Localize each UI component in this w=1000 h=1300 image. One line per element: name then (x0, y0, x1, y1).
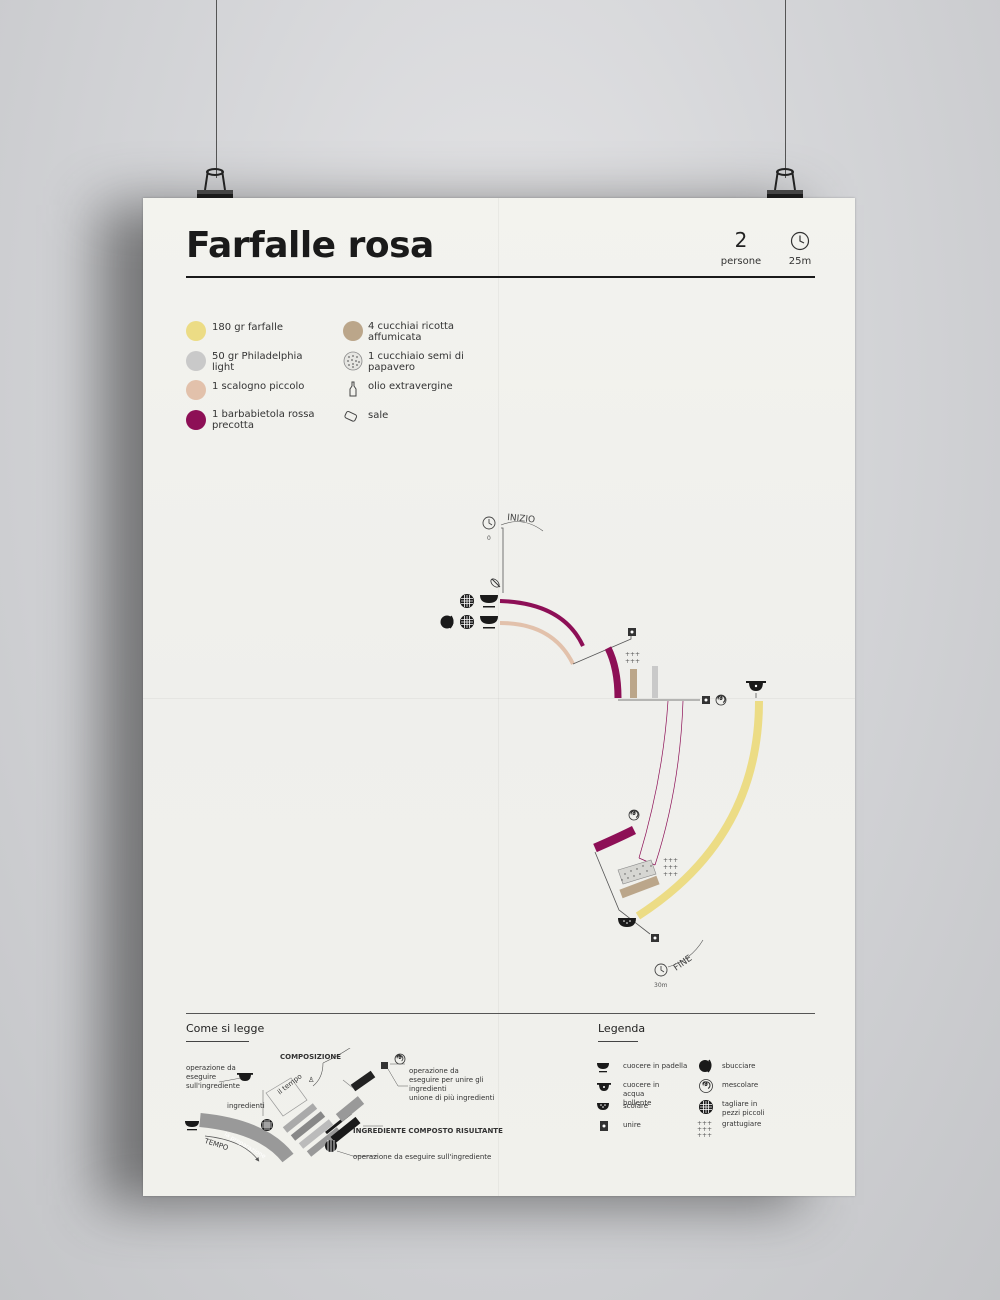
spiral-icon (715, 694, 727, 706)
legend-label-join: unire (623, 1121, 641, 1129)
join-icon (702, 696, 710, 704)
how-to-read-rule (186, 1041, 249, 1042)
label-composition: COMPOSIZIONE (280, 1053, 342, 1061)
label-result: INGREDIENTE COMPOSTO RISULTANTE (353, 1127, 503, 1135)
colander-icon (618, 918, 636, 927)
oil-pour-icon (490, 578, 501, 588)
hanging-wire-right (785, 0, 786, 178)
grid-cut-icon (460, 594, 474, 608)
composite-outline-arc (654, 700, 684, 866)
start-clock-icon (482, 516, 496, 530)
scalogno-arc (499, 621, 575, 665)
lower-beet-band (593, 825, 637, 853)
svg-text:+++: +++ (663, 857, 678, 864)
svg-text:+++: +++ (625, 651, 640, 658)
legend-label-grate: grattugiare (722, 1120, 762, 1128)
svg-text:♙: ♙ (308, 1076, 314, 1084)
recipe-poster: Farfalle rosa 2 persone 25m 180 gr farfa… (143, 198, 855, 1196)
hanging-wire-left (216, 0, 217, 178)
label-union: unione di più ingredienti (409, 1094, 495, 1102)
legend-title: Legenda (598, 1022, 646, 1035)
pan-icon (480, 616, 498, 629)
label-operation-ingredient: operazione da eseguire sull'ingrediente (186, 1064, 240, 1090)
grate-icon: +++ +++ +++ (697, 1120, 712, 1137)
start-time: 0 (487, 535, 491, 542)
join-icon (600, 1121, 608, 1131)
composite-beet-band (604, 646, 622, 699)
label-ingredients: ingredienti (227, 1102, 265, 1110)
start-connector-line (501, 527, 504, 593)
end-time: 30m (654, 982, 668, 989)
legend-label-spiral: mescolare (722, 1081, 759, 1089)
spiral-icon (699, 1079, 713, 1093)
legend-label-grid-cut: tagliare in pezzi piccoli (722, 1100, 765, 1117)
recipe-timeline-diagram: 0 INIZIO +++ +++ +++ +++ +++ FINE 30m (440, 513, 766, 989)
pot-icon (746, 681, 766, 691)
pan-icon (480, 595, 498, 608)
spiral-icon (628, 809, 640, 821)
section-divider (186, 1013, 815, 1014)
legend-rule (598, 1041, 638, 1042)
svg-text:+++: +++ (663, 871, 678, 878)
grid-cut-icon (460, 615, 474, 629)
svg-text:+++: +++ (625, 658, 640, 665)
peel-icon (440, 615, 454, 629)
end-label: FINE (672, 953, 695, 973)
legend-label-pan: cuocere in padella (623, 1062, 688, 1070)
label-operation-bottom: operazione da eseguire sull'ingrediente (353, 1153, 492, 1161)
grate-icon: +++ +++ +++ (663, 857, 678, 878)
peel-icon (699, 1059, 712, 1073)
ricotta-band (630, 669, 637, 698)
how-to-read-title: Come si legge (186, 1022, 265, 1035)
end-clock-icon (654, 963, 668, 977)
start-label: INIZIO (507, 513, 536, 525)
grid-cut-icon (699, 1100, 713, 1114)
grate-icon: +++ +++ (625, 651, 640, 665)
legend-label-peel: sbucciare (722, 1062, 756, 1070)
svg-text:+++: +++ (663, 864, 678, 871)
label-operation-union: operazione da eseguire per unire gli ing… (409, 1067, 484, 1093)
svg-text:+++: +++ (697, 1132, 712, 1137)
join-icon (651, 934, 659, 942)
philadelphia-band (652, 666, 658, 698)
legend-label-colander: scolare (623, 1102, 649, 1110)
pan-icon (597, 1063, 609, 1073)
colander-icon (597, 1103, 609, 1110)
pot-icon (597, 1083, 611, 1091)
join-icon (628, 628, 636, 636)
